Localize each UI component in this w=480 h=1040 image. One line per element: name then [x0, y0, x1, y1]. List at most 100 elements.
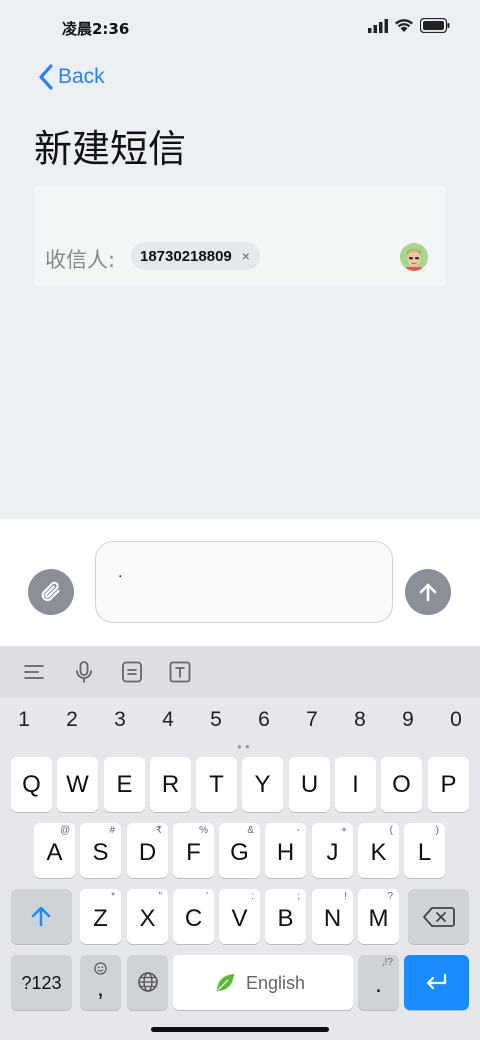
key-label: M — [368, 905, 389, 932]
key-a[interactable]: @ A — [34, 823, 75, 878]
space-key[interactable]: English — [173, 955, 353, 1010]
key-s[interactable]: # S — [80, 823, 121, 878]
send-button[interactable] — [405, 569, 451, 615]
key-sub: @ — [60, 825, 71, 836]
key-g[interactable]: & G — [219, 823, 260, 878]
key-label: K — [370, 839, 387, 866]
signal-icon — [368, 18, 388, 33]
key-sub: ' — [206, 891, 208, 902]
key-t[interactable]: T — [196, 757, 237, 812]
menu-lines-icon[interactable] — [22, 660, 46, 684]
key-sub: & — [247, 825, 254, 836]
key-9[interactable]: 9 — [396, 708, 420, 732]
status-bar: 凌晨2:36 — [0, 0, 480, 56]
key-sub: % — [199, 825, 208, 836]
space-label: English — [246, 973, 306, 993]
key-label: Q — [22, 771, 41, 798]
arrow-up-icon — [419, 583, 437, 602]
contact-picker-avatar[interactable] — [400, 243, 428, 271]
key-5[interactable]: 5 — [204, 708, 228, 732]
back-button[interactable]: Back — [38, 64, 105, 90]
recipient-field[interactable]: 收信人: 18730218809 × — [35, 186, 445, 286]
microphone-icon[interactable] — [72, 660, 96, 684]
avatar-face-icon — [400, 243, 428, 271]
key-v[interactable]: :V — [219, 889, 260, 944]
key-u[interactable]: U — [289, 757, 330, 812]
backspace-icon — [423, 907, 455, 927]
key-2[interactable]: 2 — [60, 708, 84, 732]
key-label: U — [300, 771, 319, 798]
key-sub: ? — [387, 891, 393, 902]
key-sub: ! — [344, 891, 347, 902]
chevron-left-icon — [39, 64, 53, 90]
key-4[interactable]: 4 — [156, 708, 180, 732]
key-m[interactable]: ? M — [358, 889, 399, 944]
key-w[interactable]: W — [57, 757, 98, 812]
home-indicator[interactable] — [151, 1027, 329, 1032]
key-sub: - — [296, 825, 300, 836]
key-p[interactable]: P — [428, 757, 469, 812]
key-label: B — [277, 905, 294, 932]
key-label: W — [66, 771, 89, 798]
shift-key[interactable] — [11, 889, 72, 944]
keyboard-toolbar — [0, 646, 480, 698]
key-r[interactable]: R — [150, 757, 191, 812]
key-b[interactable]: ; B — [265, 889, 306, 944]
key-f[interactable]: % F — [173, 823, 214, 878]
key-z[interactable]: * Z — [80, 889, 121, 944]
emoji-icon — [94, 962, 107, 975]
recipient-label: 收信人: — [45, 248, 116, 272]
back-label: Back — [58, 65, 105, 88]
globe-icon — [138, 972, 158, 992]
key-d[interactable]: ₹ D — [127, 823, 168, 878]
symbols-key[interactable]: ?123 — [11, 955, 72, 1010]
key-label: N — [323, 905, 342, 932]
key-label: V — [231, 905, 248, 932]
key-3[interactable]: 3 — [108, 708, 132, 732]
key-7[interactable]: 7 — [300, 708, 324, 732]
language-key[interactable] — [127, 955, 168, 1010]
key-8[interactable]: 8 — [348, 708, 372, 732]
key-x[interactable]: " X — [127, 889, 168, 944]
comma-key[interactable]: , — [80, 955, 121, 1010]
key-label: Y — [254, 771, 271, 798]
key-6[interactable]: 6 — [252, 708, 276, 732]
leaf-icon — [217, 974, 234, 991]
key-label: J — [326, 839, 339, 866]
page-title: 新建短信 — [34, 127, 187, 171]
key-sub: " — [158, 891, 162, 902]
text-format-icon[interactable] — [168, 660, 192, 684]
recipient-chip[interactable]: 18730218809 × — [131, 242, 260, 270]
chip-remove-icon[interactable]: × — [242, 248, 250, 264]
key-y[interactable]: Y — [242, 757, 283, 812]
period-key[interactable]: ,!? . — [358, 955, 399, 1010]
key-j[interactable]: + J — [312, 823, 353, 878]
key-label: G — [230, 839, 249, 866]
attach-button[interactable] — [28, 569, 74, 615]
key-sub: + — [341, 825, 347, 836]
key-o[interactable]: O — [381, 757, 422, 812]
key-sub: ; — [297, 891, 300, 902]
key-e[interactable]: E — [104, 757, 145, 812]
period-sub: ,!? — [381, 957, 393, 968]
key-i[interactable]: I — [335, 757, 376, 812]
key-c[interactable]: ' C — [173, 889, 214, 944]
message-input[interactable]: . — [95, 541, 393, 623]
key-0[interactable]: 0 — [444, 708, 468, 732]
message-text: . — [118, 564, 123, 581]
key-1[interactable]: 1 — [12, 708, 36, 732]
backspace-key[interactable] — [408, 889, 469, 944]
key-label: D — [138, 839, 157, 866]
clipboard-icon[interactable] — [120, 660, 144, 684]
key-sub: # — [109, 825, 115, 836]
key-label: O — [392, 771, 411, 798]
key-label: R — [161, 771, 180, 798]
key-l[interactable]: ) L — [404, 823, 445, 878]
key-n[interactable]: ! N — [312, 889, 353, 944]
enter-key[interactable] — [404, 955, 469, 1010]
key-label: H — [276, 839, 295, 866]
key-label: X — [139, 905, 156, 932]
key-h[interactable]: -H — [265, 823, 306, 878]
key-q[interactable]: Q — [11, 757, 52, 812]
key-k[interactable]: (K — [358, 823, 399, 878]
